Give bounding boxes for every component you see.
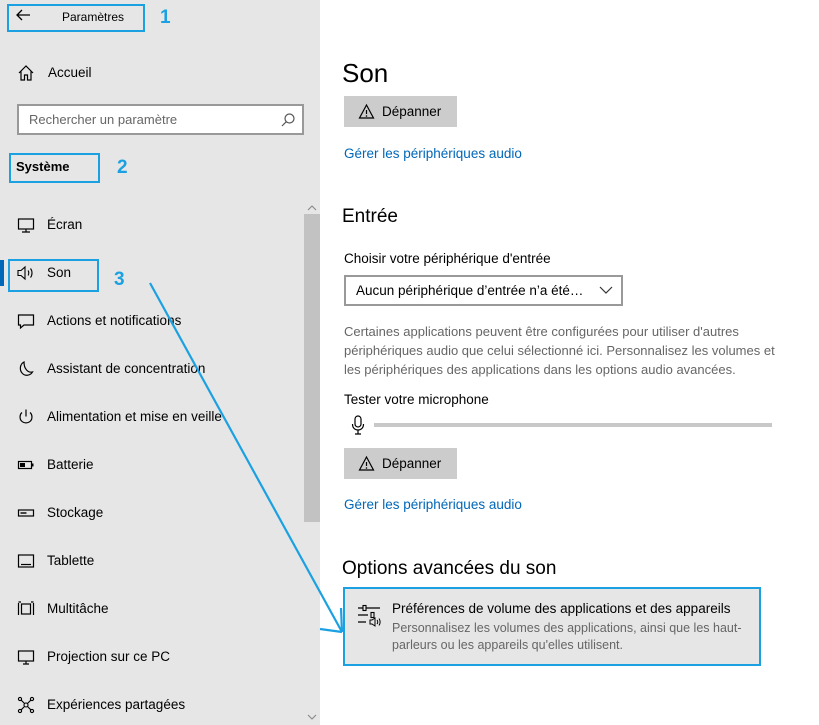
input-description: Certaines applications peuvent être conf… bbox=[344, 324, 775, 377]
sidebar-item-multitache[interactable]: Multitâche bbox=[0, 589, 300, 629]
highlight-box-4 bbox=[343, 587, 761, 666]
manage-audio-devices-link[interactable]: Gérer les périphériques audio bbox=[344, 146, 522, 161]
battery-icon bbox=[17, 460, 34, 470]
shared-icon bbox=[17, 696, 35, 714]
storage-icon bbox=[17, 509, 35, 517]
sidebar-item-assistant-concentration[interactable]: Assistant de concentration bbox=[0, 349, 300, 389]
annotation-number-1: 1 bbox=[160, 7, 171, 28]
sidebar-item-label: Actions et notifications bbox=[47, 313, 182, 328]
input-device-select[interactable]: Aucun périphérique d’entrée n’a été… bbox=[344, 275, 623, 306]
page-title: Son bbox=[342, 58, 389, 88]
search-icon bbox=[281, 113, 295, 127]
sidebar: Paramètres 1 Accueil Rechercher un param… bbox=[0, 0, 320, 725]
advanced-sound-heading: Options avancées du son bbox=[342, 558, 557, 579]
troubleshoot-button-label: Dépanner bbox=[382, 104, 442, 119]
input-device-value: Aucun périphérique d’entrée n’a été… bbox=[356, 283, 584, 298]
chevron-down-icon bbox=[599, 286, 613, 294]
sidebar-item-ecran[interactable]: Écran bbox=[0, 205, 300, 245]
highlight-box-1 bbox=[7, 4, 145, 32]
sidebar-item-label: Assistant de concentration bbox=[47, 361, 206, 376]
search-placeholder: Rechercher un paramètre bbox=[29, 112, 178, 127]
highlight-box-2 bbox=[9, 153, 100, 183]
home-icon bbox=[18, 65, 34, 81]
sidebar-scroll-thumb[interactable] bbox=[304, 214, 320, 522]
multitask-icon bbox=[17, 601, 35, 615]
sidebar-item-stockage[interactable]: Stockage bbox=[0, 493, 300, 533]
annotation-number-3: 3 bbox=[114, 269, 125, 290]
test-mic-label: Tester votre microphone bbox=[344, 392, 489, 407]
search-input[interactable]: Rechercher un paramètre bbox=[17, 104, 304, 135]
warning-icon bbox=[358, 103, 375, 119]
sidebar-item-label: Batterie bbox=[47, 457, 94, 472]
selected-indicator bbox=[0, 260, 4, 286]
sidebar-item-label: Multitâche bbox=[47, 601, 109, 616]
monitor-icon bbox=[17, 218, 35, 233]
sidebar-item-batterie[interactable]: Batterie bbox=[0, 445, 300, 485]
sidebar-item-label: Expériences partagées bbox=[47, 697, 186, 712]
annotation-number-2: 2 bbox=[117, 157, 128, 178]
choose-input-label: Choisir votre périphérique d'entrée bbox=[344, 251, 551, 266]
sidebar-item-projection[interactable]: Projection sur ce PC bbox=[0, 637, 300, 677]
sidebar-item-label: Tablette bbox=[47, 553, 95, 568]
input-heading: Entrée bbox=[342, 206, 398, 227]
sidebar-item-label: Stockage bbox=[47, 505, 104, 520]
sidebar-item-label: Projection sur ce PC bbox=[47, 649, 171, 664]
sidebar-item-label: Alimentation et mise en veille bbox=[47, 409, 222, 424]
microphone-icon bbox=[351, 415, 365, 435]
main-content: Son Dépanner Gérer les périphériques aud… bbox=[320, 0, 819, 725]
sidebar-item-experiences-partagees[interactable]: Expériences partagées bbox=[0, 685, 300, 725]
nav-home[interactable]: Accueil bbox=[0, 53, 300, 93]
scroll-up-arrow-icon bbox=[307, 205, 317, 211]
sidebar-item-alimentation[interactable]: Alimentation et mise en veille bbox=[0, 397, 300, 437]
moon-icon bbox=[19, 361, 34, 376]
sidebar-item-actions-notifications[interactable]: Actions et notifications bbox=[0, 301, 300, 341]
tablet-icon bbox=[17, 554, 35, 568]
power-icon bbox=[19, 409, 33, 424]
troubleshoot-button-label: Dépanner bbox=[382, 456, 442, 471]
projection-icon bbox=[17, 650, 35, 665]
manage-audio-devices-link-2[interactable]: Gérer les périphériques audio bbox=[344, 497, 522, 512]
warning-icon bbox=[358, 455, 375, 471]
sidebar-item-tablette[interactable]: Tablette bbox=[0, 541, 300, 581]
troubleshoot-button-2[interactable]: Dépanner bbox=[344, 448, 457, 479]
scroll-down-arrow-icon bbox=[307, 714, 317, 720]
nav-home-label: Accueil bbox=[48, 65, 92, 80]
highlight-box-3 bbox=[8, 259, 99, 292]
microphone-level-bar bbox=[374, 423, 772, 427]
troubleshoot-button[interactable]: Dépanner bbox=[344, 96, 457, 127]
notification-icon bbox=[17, 314, 35, 330]
sidebar-item-label: Écran bbox=[47, 217, 83, 232]
